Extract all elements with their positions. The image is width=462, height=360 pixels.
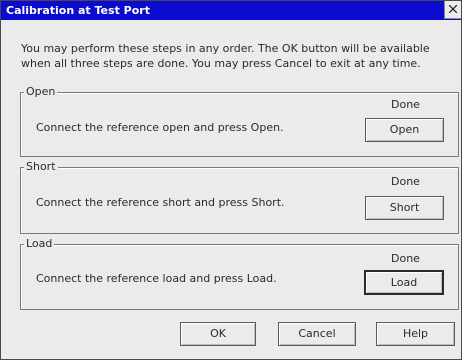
load-group-label: Load: [24, 237, 55, 251]
instructions-text: You may perform these steps in any order…: [21, 42, 430, 70]
short-status: Done: [391, 175, 420, 188]
calibration-dialog: Calibration at Test Port You may perform…: [0, 0, 462, 360]
short-instruction: Connect the reference short and press Sh…: [36, 196, 285, 209]
load-button[interactable]: Load: [364, 270, 444, 295]
cancel-button[interactable]: Cancel: [278, 322, 356, 346]
ok-button[interactable]: OK: [180, 322, 256, 346]
open-group: Open Done Connect the reference open and…: [20, 85, 459, 157]
open-status: Done: [391, 98, 420, 111]
short-group-label: Short: [24, 160, 58, 174]
open-button[interactable]: Open: [365, 118, 444, 142]
help-button[interactable]: Help: [376, 322, 455, 346]
close-icon: [449, 5, 457, 13]
short-button[interactable]: Short: [365, 196, 444, 220]
close-button[interactable]: [444, 1, 461, 19]
open-instruction: Connect the reference open and press Ope…: [36, 121, 284, 134]
load-status: Done: [391, 252, 420, 265]
load-group: Load Done Connect the reference load and…: [20, 237, 459, 310]
load-instruction: Connect the reference load and press Loa…: [36, 272, 277, 285]
open-group-label: Open: [24, 85, 58, 99]
short-group: Short Done Connect the reference short a…: [20, 160, 459, 234]
window-title: Calibration at Test Port: [6, 4, 150, 17]
title-bar[interactable]: Calibration at Test Port: [1, 1, 461, 20]
